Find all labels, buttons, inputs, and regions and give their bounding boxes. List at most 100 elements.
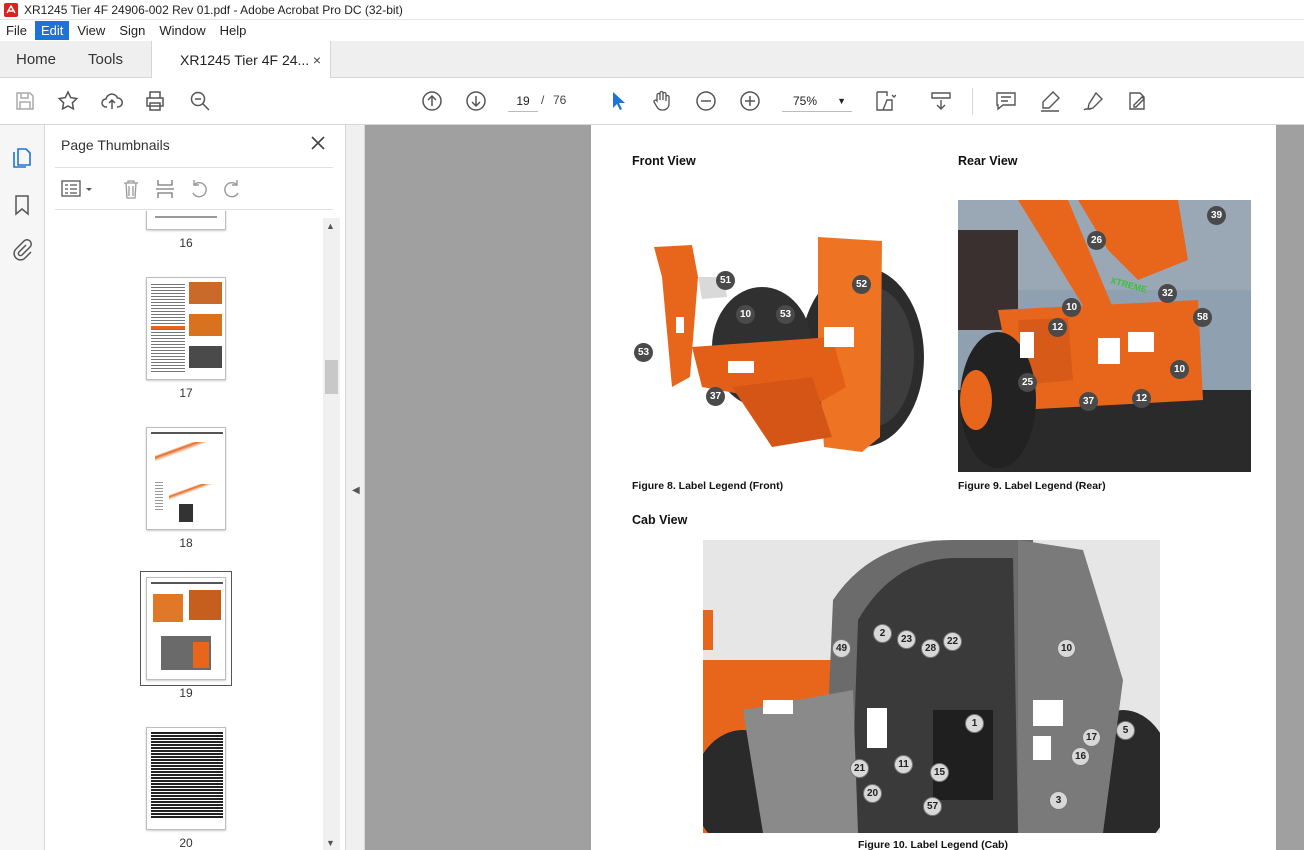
next-page-icon[interactable] bbox=[464, 89, 488, 113]
insert-page-icon[interactable] bbox=[154, 178, 176, 200]
rear-view-photo: XTREME 39 26 32 10 58 12 25 10 37 12 bbox=[958, 200, 1251, 472]
panel-title: Page Thumbnails bbox=[61, 137, 170, 153]
menu-file[interactable]: File bbox=[0, 21, 33, 40]
save-icon[interactable] bbox=[13, 89, 37, 113]
document-viewer[interactable]: Front View Rear View 51 52 53 10 53 37 X… bbox=[365, 125, 1304, 850]
comment-icon[interactable] bbox=[994, 89, 1018, 113]
fill-sign-icon[interactable] bbox=[1126, 89, 1150, 113]
chevron-down-icon: ▼ bbox=[837, 96, 846, 106]
menu-edit[interactable]: Edit bbox=[34, 21, 70, 40]
callout-marker: 10 bbox=[736, 305, 755, 324]
thumbnail-toolbar bbox=[55, 167, 333, 210]
thumbnail-page-16[interactable] bbox=[146, 211, 226, 230]
callout-marker: 16 bbox=[1071, 747, 1090, 766]
callout-marker: 5 bbox=[1116, 721, 1135, 740]
zoom-in-icon[interactable] bbox=[738, 89, 762, 113]
delete-page-icon[interactable] bbox=[120, 178, 142, 200]
thumbnail-label: 19 bbox=[179, 686, 193, 700]
thumbnail-scrollbar[interactable]: ▲ ▼ bbox=[323, 218, 340, 850]
figure-9-caption: Figure 9. Label Legend (Rear) bbox=[958, 480, 1106, 492]
page-number-input[interactable]: 19 bbox=[508, 90, 538, 112]
window-title: XR1245 Tier 4F 24906-002 Rev 01.pdf - Ad… bbox=[24, 2, 403, 17]
tab-tools[interactable]: Tools bbox=[88, 41, 123, 78]
thumbnail-label: 20 bbox=[179, 836, 193, 850]
attachments-paperclip-icon[interactable] bbox=[10, 238, 34, 262]
scroll-up-icon[interactable]: ▲ bbox=[326, 221, 335, 231]
callout-marker: 17 bbox=[1082, 728, 1101, 747]
figure-10-caption: Figure 10. Label Legend (Cab) bbox=[858, 839, 1008, 850]
rotate-counterclockwise-icon[interactable] bbox=[188, 178, 210, 200]
callout-marker: 1 bbox=[965, 714, 984, 733]
thumbnail-page-18[interactable] bbox=[146, 427, 226, 530]
callout-marker: 58 bbox=[1193, 308, 1212, 327]
callout-marker: 2 bbox=[873, 624, 892, 643]
front-view-heading: Front View bbox=[632, 154, 696, 168]
print-icon[interactable] bbox=[143, 89, 167, 113]
callout-marker: 15 bbox=[930, 763, 949, 782]
callout-marker: 26 bbox=[1087, 231, 1106, 250]
search-icon[interactable] bbox=[188, 89, 212, 113]
figure-8-caption: Figure 8. Label Legend (Front) bbox=[632, 480, 784, 492]
menu-view[interactable]: View bbox=[71, 21, 111, 40]
callout-marker: 10 bbox=[1057, 639, 1076, 658]
callout-marker: 49 bbox=[832, 639, 851, 658]
callout-marker: 12 bbox=[1132, 389, 1151, 408]
main-toolbar: 19 / 76 75% ▼ bbox=[0, 78, 1304, 125]
thumbnail-page-17[interactable] bbox=[146, 277, 226, 380]
collapse-panel-icon[interactable]: ◀ bbox=[352, 485, 360, 496]
fit-page-icon[interactable] bbox=[872, 89, 897, 113]
callout-marker: 21 bbox=[850, 759, 869, 778]
total-pages: 76 bbox=[553, 93, 567, 107]
title-bar: XR1245 Tier 4F 24906-002 Rev 01.pdf - Ad… bbox=[0, 0, 1304, 20]
highlight-pen-icon[interactable] bbox=[1038, 89, 1062, 113]
callout-marker: 28 bbox=[921, 639, 940, 658]
callout-marker: 51 bbox=[716, 271, 735, 290]
menu-window[interactable]: Window bbox=[153, 21, 211, 40]
callout-marker: 53 bbox=[776, 305, 795, 324]
callout-marker: 37 bbox=[706, 387, 725, 406]
previous-page-icon[interactable] bbox=[420, 89, 444, 113]
menu-bar: File Edit View Sign Window Help bbox=[0, 20, 1304, 41]
thumbnail-list[interactable]: 16 17 18 19 20 bbox=[45, 211, 325, 850]
zoom-select[interactable]: 75% ▼ bbox=[782, 90, 852, 112]
thumbnail-options-icon[interactable] bbox=[61, 178, 95, 200]
thumbnail-label: 17 bbox=[179, 386, 193, 400]
draw-sign-icon[interactable] bbox=[1082, 89, 1106, 113]
page-separator: / bbox=[541, 93, 545, 107]
rotate-clockwise-icon[interactable] bbox=[221, 178, 243, 200]
callout-marker: 10 bbox=[1062, 298, 1081, 317]
page-thumbnails-icon[interactable] bbox=[10, 146, 34, 170]
callout-marker: 20 bbox=[863, 784, 882, 803]
panel-splitter[interactable]: ◀ bbox=[346, 125, 365, 850]
callout-marker: 23 bbox=[897, 630, 916, 649]
upload-cloud-icon[interactable] bbox=[100, 89, 124, 113]
callout-marker: 12 bbox=[1048, 318, 1067, 337]
bookmark-star-icon[interactable] bbox=[56, 89, 80, 113]
hand-tool-icon[interactable] bbox=[650, 89, 674, 113]
scroll-down-icon[interactable]: ▼ bbox=[326, 838, 335, 848]
pdf-page: Front View Rear View 51 52 53 10 53 37 X… bbox=[591, 125, 1276, 850]
menu-sign[interactable]: Sign bbox=[113, 21, 151, 40]
document-tab-label: XR1245 Tier 4F 24... bbox=[180, 52, 310, 68]
bookmarks-icon[interactable] bbox=[10, 193, 34, 217]
zoom-out-icon[interactable] bbox=[694, 89, 718, 113]
close-panel-icon[interactable] bbox=[310, 135, 326, 151]
tab-home[interactable]: Home bbox=[16, 41, 56, 78]
cab-view-heading: Cab View bbox=[632, 513, 688, 527]
scrollbar-handle[interactable] bbox=[325, 360, 338, 394]
tab-document[interactable]: XR1245 Tier 4F 24... × bbox=[151, 41, 331, 79]
tab-bar: Home Tools XR1245 Tier 4F 24... × bbox=[0, 41, 1304, 79]
menu-help[interactable]: Help bbox=[214, 21, 253, 40]
front-view-photo: 51 52 53 10 53 37 bbox=[632, 237, 925, 463]
callout-marker: 53 bbox=[634, 343, 653, 362]
thumbnail-page-20[interactable] bbox=[146, 727, 226, 830]
thumbnail-page-19[interactable] bbox=[140, 571, 232, 686]
select-cursor-icon[interactable] bbox=[606, 89, 630, 113]
left-navigation-rail bbox=[0, 125, 45, 850]
scroll-mode-icon[interactable] bbox=[929, 89, 953, 113]
close-tab-icon[interactable]: × bbox=[313, 52, 321, 68]
callout-marker: 39 bbox=[1207, 206, 1226, 225]
callout-marker: 32 bbox=[1158, 284, 1177, 303]
page-thumbnails-panel: Page Thumbnails 16 17 18 19 20 ▲ ▼ bbox=[45, 125, 346, 850]
thumbnail-label: 18 bbox=[179, 536, 193, 550]
